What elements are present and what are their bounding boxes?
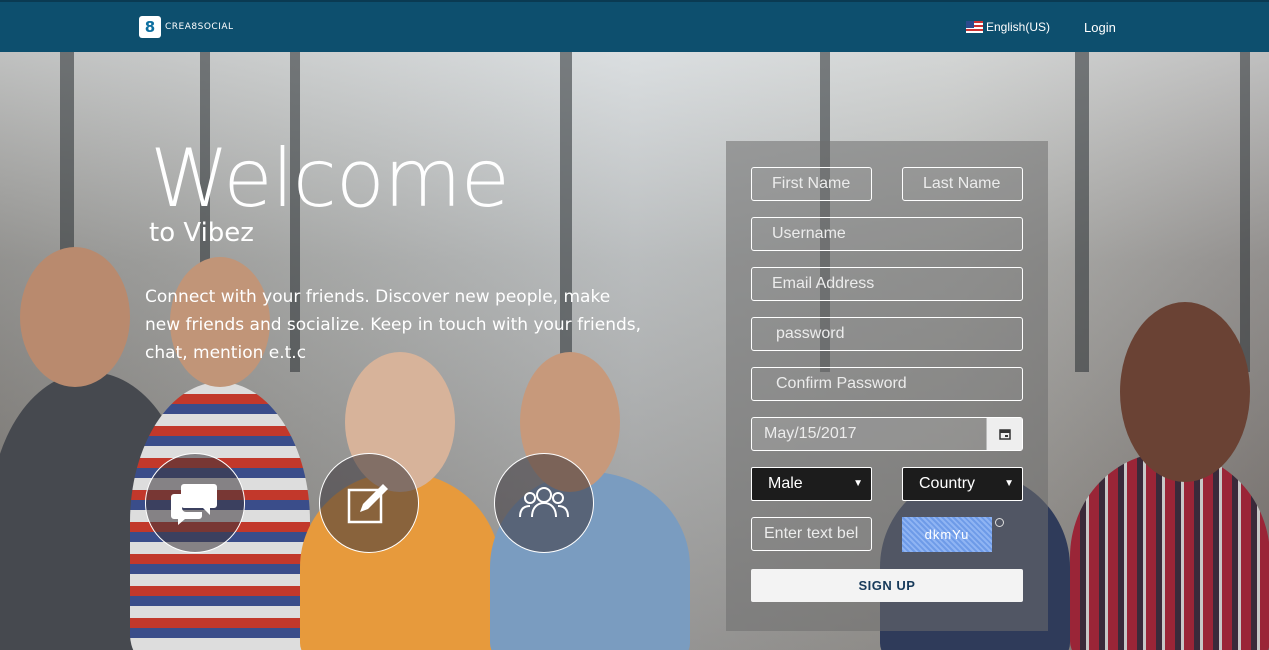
logo-text: CREA8SOCIAL <box>165 22 234 32</box>
birthdate-value: May/15/2017 <box>764 425 857 442</box>
username-input[interactable]: Username <box>751 217 1023 251</box>
hero-description: Connect with your friends. Discover new … <box>145 287 642 363</box>
page-subtitle: to Vibez <box>149 218 254 248</box>
post-feature-button[interactable] <box>319 453 419 553</box>
calendar-icon[interactable] <box>986 418 1022 450</box>
language-label: English(US) <box>986 20 1051 34</box>
login-link[interactable]: Login <box>1084 20 1116 35</box>
chat-bubbles-icon <box>171 484 217 525</box>
logo-mark: 8 <box>139 16 161 38</box>
chat-feature-button[interactable] <box>145 453 245 553</box>
country-select[interactable]: Country ▼ <box>902 467 1023 501</box>
logo[interactable]: 8 CREA8SOCIAL <box>139 15 234 39</box>
captcha-image: dkmYu <box>902 517 992 552</box>
last-name-input[interactable]: Last Name <box>902 167 1023 201</box>
language-selector[interactable]: English(US) <box>966 20 1050 34</box>
window-frame <box>1240 52 1250 372</box>
birthdate-input[interactable]: May/15/2017 <box>751 417 1023 451</box>
signup-button[interactable]: SIGN UP <box>751 569 1023 602</box>
page-title: Welcome <box>150 132 510 225</box>
captcha-input[interactable]: Enter text bel <box>751 517 872 551</box>
refresh-captcha-icon[interactable] <box>995 518 1004 527</box>
window-frame <box>1075 52 1089 372</box>
chevron-down-icon: ▼ <box>1004 478 1014 489</box>
gender-value: Male <box>768 475 803 492</box>
person-head <box>1120 302 1250 482</box>
group-icon <box>519 487 569 518</box>
groups-feature-button[interactable] <box>494 453 594 553</box>
confirm-password-input[interactable]: Confirm Password <box>751 367 1023 401</box>
first-name-input[interactable]: First Name <box>751 167 872 201</box>
email-input[interactable]: Email Address <box>751 267 1023 301</box>
chevron-down-icon: ▼ <box>853 478 863 489</box>
gender-select[interactable]: Male ▼ <box>751 467 872 501</box>
us-flag-icon <box>966 21 983 33</box>
person-head <box>20 247 130 387</box>
top-navbar: 8 CREA8SOCIAL English(US) Login <box>0 0 1269 52</box>
edit-icon <box>347 484 388 524</box>
password-input[interactable]: password <box>751 317 1023 351</box>
person-figure <box>1070 452 1269 650</box>
country-value: Country <box>919 475 976 492</box>
